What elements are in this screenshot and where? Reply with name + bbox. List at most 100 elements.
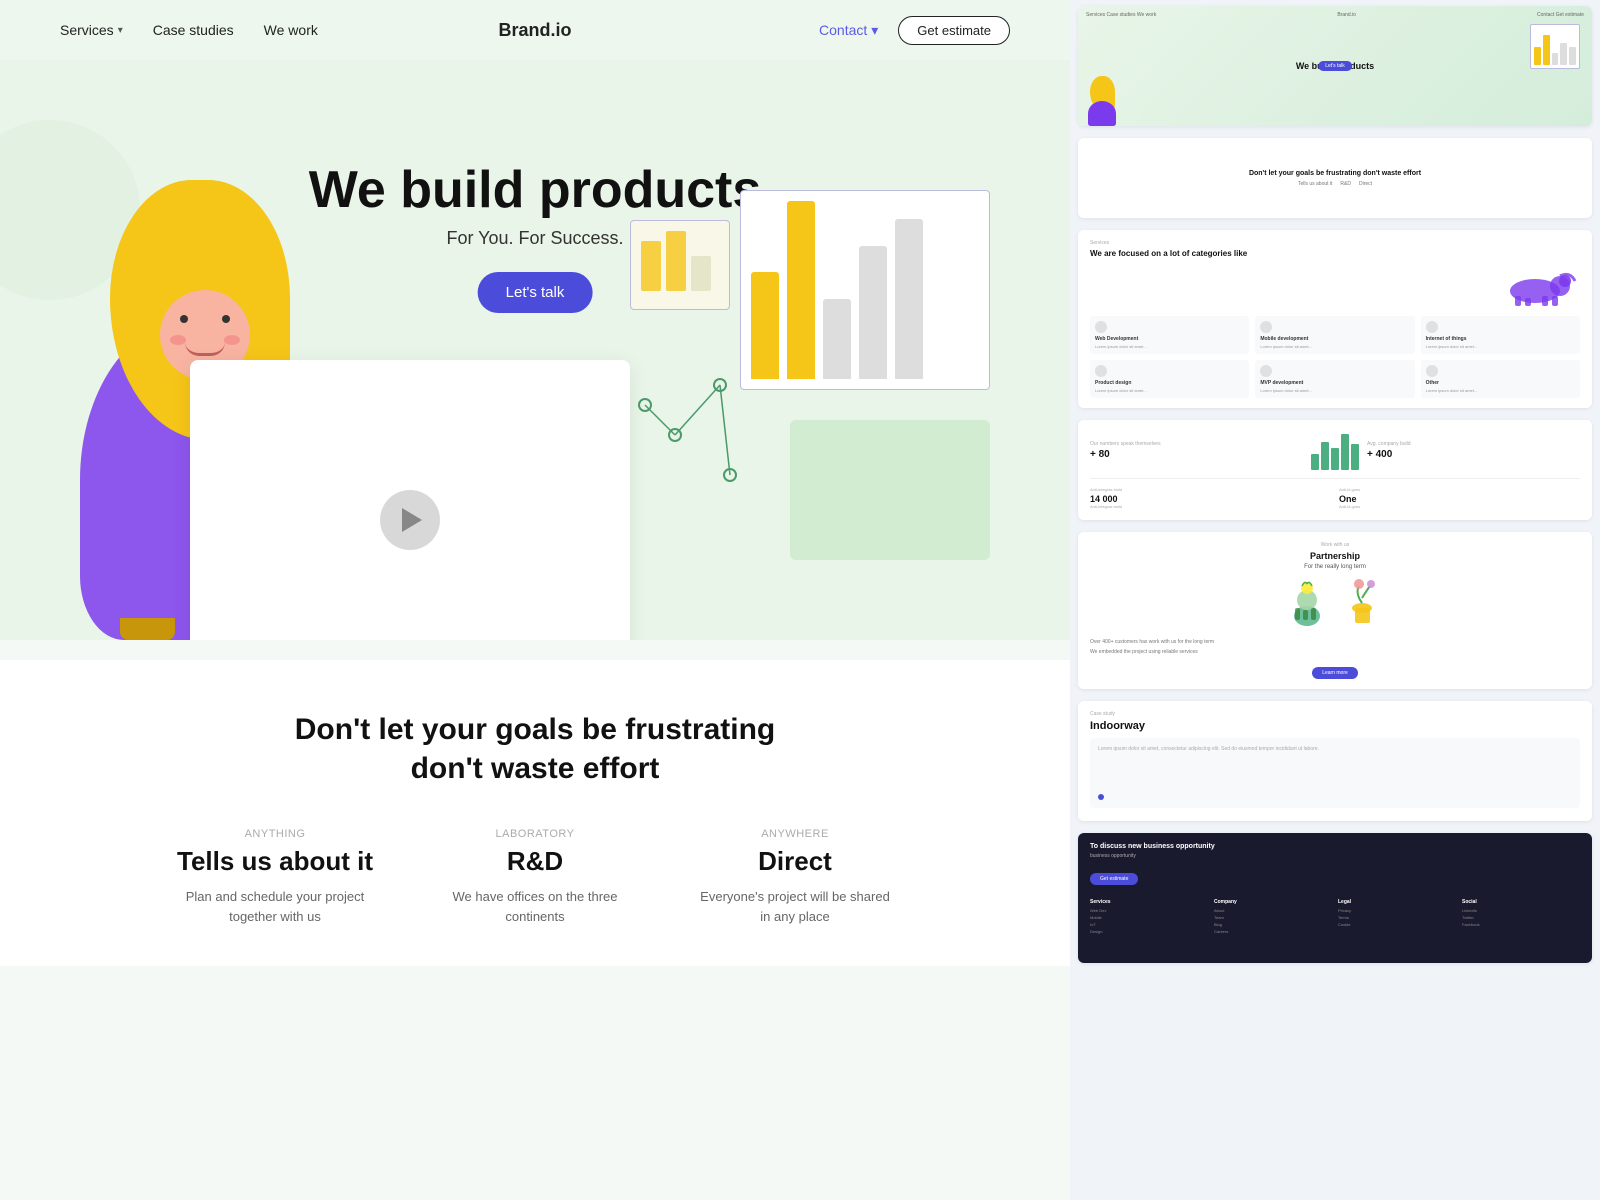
thumb3-title: We are focused on a lot of categories li… bbox=[1090, 249, 1580, 258]
thumb7-content: To discuss new business opportunity busi… bbox=[1078, 833, 1592, 963]
thumb3-card-icon-1 bbox=[1260, 321, 1272, 333]
thumb4-stat-1: Our numbers speak themselves + 80 bbox=[1090, 441, 1303, 460]
thumb7-title: To discuss new business opportunity bbox=[1090, 843, 1580, 850]
get-estimate-button[interactable]: Get estimate bbox=[898, 16, 1010, 45]
nav-logo: Brand.io bbox=[498, 20, 571, 41]
thumb3-card-icon-2 bbox=[1426, 321, 1438, 333]
video-area bbox=[190, 360, 630, 640]
thumb6-placeholder-text: Lorem ipsum dolor sit amet, consectetur … bbox=[1098, 746, 1572, 752]
right-panel: Services Case studies We work Brand.io C… bbox=[1070, 0, 1600, 1200]
thumb7-col-3: Social LinkedIn Twitter Facebook bbox=[1462, 899, 1580, 936]
goals-card-label-0: Anything bbox=[175, 828, 375, 840]
thumb1-body bbox=[1088, 101, 1116, 126]
goals-card-1: Laboratory R&D We have offices on the th… bbox=[435, 828, 635, 926]
goals-card-desc-0: Plan and schedule your project together … bbox=[175, 887, 375, 926]
thumbnail-case-study[interactable]: Case study Indoorway Lorem ipsum dolor s… bbox=[1078, 701, 1592, 821]
goals-card-label-2: Anywhere bbox=[695, 828, 895, 840]
thumb1-content: Services Case studies We work Brand.io C… bbox=[1078, 6, 1592, 126]
thumb5-characters bbox=[1090, 578, 1580, 633]
thumb5-desc2: We embedded the project using reliable s… bbox=[1090, 649, 1580, 655]
services-chevron-icon: ▾ bbox=[118, 25, 123, 36]
thumb4-stat-2: Avg. company build + 400 bbox=[1367, 441, 1580, 460]
thumb6-content: Case study Indoorway Lorem ipsum dolor s… bbox=[1078, 701, 1592, 821]
thumb7-sub: business opportunity bbox=[1090, 853, 1580, 859]
thumbnail-services[interactable]: Services We are focused on a lot of cate… bbox=[1078, 230, 1592, 408]
play-button[interactable] bbox=[380, 490, 440, 550]
thumb7-col-1: Company About Team Blog Careers bbox=[1214, 899, 1332, 936]
thumb7-col-2: Legal Privacy Terms Cookie bbox=[1338, 899, 1456, 936]
thumbnail-hero[interactable]: Services Case studies We work Brand.io C… bbox=[1078, 6, 1592, 126]
hero-cta-button[interactable]: Let's talk bbox=[478, 272, 593, 313]
thumb5-btn[interactable]: Learn more bbox=[1312, 667, 1358, 679]
thumbnail-footer[interactable]: To discuss new business opportunity busi… bbox=[1078, 833, 1592, 963]
goals-card-0: Anything Tells us about it Plan and sche… bbox=[175, 828, 375, 926]
thumb1-nav: Services Case studies We work Brand.io C… bbox=[1086, 12, 1584, 18]
thumb2-items: Tells us about it R&D Direct bbox=[1298, 181, 1372, 187]
goals-card-label-1: Laboratory bbox=[435, 828, 635, 840]
goals-cards: Anything Tells us about it Plan and sche… bbox=[60, 828, 1010, 926]
char-left-icon bbox=[1290, 578, 1325, 628]
thumb4-content: Our numbers speak themselves + 80 Avg. c… bbox=[1078, 420, 1592, 520]
thumb5-content: Work with us Partnership For the really … bbox=[1078, 532, 1592, 689]
thumb6-main: Lorem ipsum dolor sit amet, consectetur … bbox=[1090, 738, 1580, 808]
thumb3-card-2: Internet of things Lorem ipsum dolor sit… bbox=[1421, 316, 1580, 354]
thumbnail-goals[interactable]: Don't let your goals be frustrating don'… bbox=[1078, 138, 1592, 218]
thumb3-content: Services We are focused on a lot of cate… bbox=[1078, 230, 1592, 408]
hero-section: We build products For You. For Success. … bbox=[0, 60, 1070, 640]
nav-left: Services ▾ Case studies We work bbox=[60, 22, 318, 38]
nav-right: Contact ▾ Get estimate bbox=[819, 16, 1010, 45]
thumb3-card-4: MVP development Lorem ipsum dolor sit am… bbox=[1255, 360, 1414, 398]
thumbnail-partnership[interactable]: Work with us Partnership For the really … bbox=[1078, 532, 1592, 689]
thumb5-label: Work with us bbox=[1090, 542, 1580, 548]
thumb4-stat-4: Anti-id goes One Anti-id goes bbox=[1339, 487, 1580, 509]
goals-card-2: Anywhere Direct Everyone's project will … bbox=[695, 828, 895, 926]
thumb4-bottom: Anti-integras build 14 000 Anti-integras… bbox=[1090, 487, 1580, 509]
thumb4-chart bbox=[1311, 430, 1359, 470]
divider bbox=[1090, 478, 1580, 479]
thumb3-dog-area bbox=[1090, 266, 1580, 310]
goals-card-title-1: R&D bbox=[435, 846, 635, 877]
thumb3-card-icon-5 bbox=[1426, 365, 1438, 377]
thumb3-card-icon-3 bbox=[1095, 365, 1107, 377]
thumb5-sub: For the really long term bbox=[1090, 564, 1580, 570]
hero-title: We build products bbox=[309, 160, 762, 220]
thumb5-char-left bbox=[1290, 578, 1325, 633]
dog-icon bbox=[1500, 266, 1580, 306]
char-right-icon bbox=[1345, 578, 1380, 628]
thumb4-stat-3: Anti-integras build 14 000 Anti-integras… bbox=[1090, 487, 1331, 509]
thumb1-cta: Let's talk bbox=[1318, 61, 1352, 71]
goals-card-desc-2: Everyone's project will be shared in any… bbox=[695, 887, 895, 926]
thumb3-card-3: Product design Lorem ipsum dolor sit ame… bbox=[1090, 360, 1249, 398]
hero-subtitle: For You. For Success. bbox=[446, 228, 623, 249]
thumb6-label: Case study bbox=[1090, 711, 1580, 717]
thumbnail-stats[interactable]: Our numbers speak themselves + 80 Avg. c… bbox=[1078, 420, 1592, 520]
thumb3-grid: Web Development Lorem ipsum dolor sit am… bbox=[1090, 316, 1580, 398]
thumb7-links: Services Web Dev Mobile IoT Design Compa… bbox=[1090, 899, 1580, 936]
thumb3-card-0: Web Development Lorem ipsum dolor sit am… bbox=[1090, 316, 1249, 354]
contact-chevron-icon: ▾ bbox=[871, 22, 878, 39]
thumb3-label: Services bbox=[1090, 240, 1580, 246]
goals-card-title-2: Direct bbox=[695, 846, 895, 877]
thumb3-card-icon-4 bbox=[1260, 365, 1272, 377]
thumb1-chart bbox=[1530, 24, 1580, 69]
thumb5-desc1: Over 400+ customers has work with us for… bbox=[1090, 639, 1580, 645]
goals-section: Don't let your goals be frustrating don'… bbox=[0, 660, 1070, 966]
thumb6-title: Indoorway bbox=[1090, 720, 1580, 732]
nav-we-work[interactable]: We work bbox=[264, 22, 318, 38]
main-content: Services ▾ Case studies We work Brand.io… bbox=[0, 0, 1070, 1200]
thumb1-character bbox=[1088, 76, 1118, 126]
nav-services[interactable]: Services ▾ bbox=[60, 22, 123, 38]
goals-card-title-0: Tells us about it bbox=[175, 846, 375, 877]
thumb2-content: Don't let your goals be frustrating don'… bbox=[1078, 138, 1592, 218]
thumb5-char-right bbox=[1345, 578, 1380, 633]
thumb6-dot bbox=[1098, 794, 1104, 800]
thumb2-title: Don't let your goals be frustrating don'… bbox=[1249, 170, 1421, 177]
nav-contact[interactable]: Contact ▾ bbox=[819, 22, 878, 39]
chart-box-left bbox=[630, 220, 730, 310]
goals-title: Don't let your goals be frustrating don'… bbox=[60, 710, 1010, 788]
goals-card-desc-1: We have offices on the three continents bbox=[435, 887, 635, 926]
thumb7-btn[interactable]: Get estimate bbox=[1090, 873, 1138, 885]
nav-case-studies[interactable]: Case studies bbox=[153, 22, 234, 38]
hero-green-rect bbox=[790, 420, 990, 560]
navigation: Services ▾ Case studies We work Brand.io… bbox=[0, 0, 1070, 60]
